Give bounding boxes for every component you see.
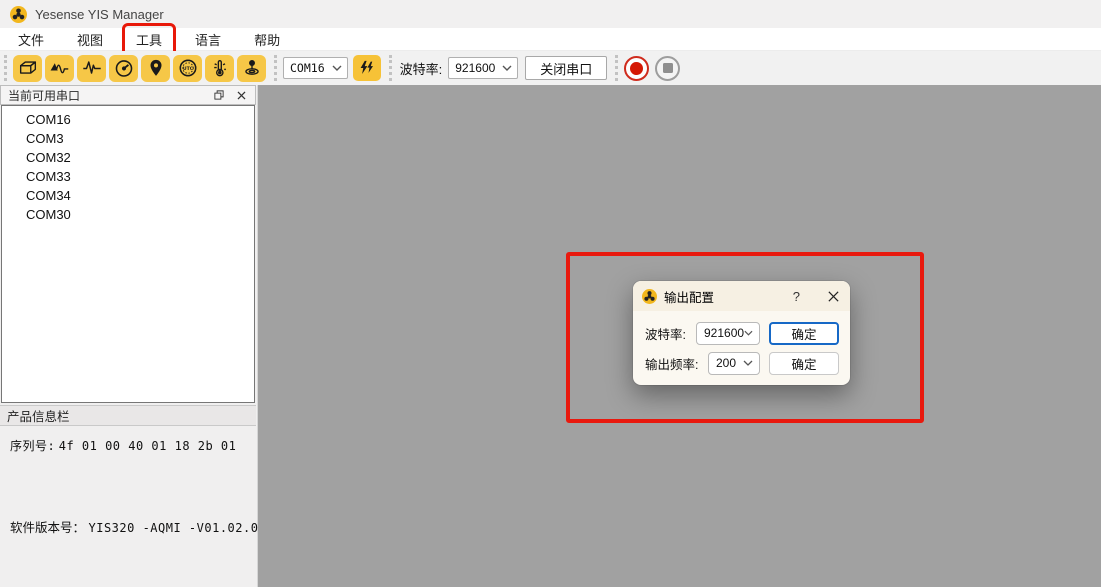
- baud-rate-row: 波特率: 921600 确定: [645, 321, 839, 345]
- menu-bar: 文件 视图 工具 语言 帮助: [0, 28, 1101, 51]
- chevron-down-icon: [743, 360, 753, 366]
- port-list-item[interactable]: COM16: [2, 110, 254, 129]
- toolbar-drag-handle[interactable]: [4, 55, 7, 81]
- software-version-label: 软件版本号：: [10, 521, 85, 535]
- dialog-close-button[interactable]: [826, 289, 840, 303]
- product-info-title: 产品信息栏: [7, 406, 70, 425]
- dock-header: 当前可用串口: [0, 85, 256, 105]
- joystick-icon[interactable]: [237, 55, 266, 82]
- close-serial-port-button[interactable]: 关闭串口: [525, 56, 607, 80]
- location-pin-icon[interactable]: [141, 55, 170, 82]
- dialog-baud-select[interactable]: 921600: [696, 322, 760, 345]
- record-icon: [630, 62, 643, 75]
- baud-confirm-button[interactable]: 确定: [769, 322, 839, 345]
- utc-clock-icon[interactable]: UTC: [173, 55, 202, 82]
- baud-rate-label: 波特率:: [400, 59, 443, 78]
- dialog-output-rate-select[interactable]: 200: [708, 352, 760, 375]
- record-button[interactable]: [624, 56, 649, 81]
- output-rate-confirm-button[interactable]: 确定: [769, 352, 839, 375]
- product-info-header: 产品信息栏: [0, 405, 256, 426]
- serial-number-label: 序列号:: [10, 439, 55, 453]
- menu-tools-label: 工具: [136, 33, 162, 48]
- refresh-ports-button[interactable]: [353, 55, 381, 81]
- dialog-output-rate-value: 200: [716, 356, 743, 370]
- product-info-body: 序列号: 4f 01 00 40 01 18 2b 01 软件版本号： YIS3…: [0, 426, 256, 587]
- chevron-down-icon: [332, 65, 342, 71]
- app-logo-icon: [642, 289, 657, 304]
- dialog-help-button[interactable]: ?: [793, 289, 800, 304]
- baud-rate-select[interactable]: 921600: [448, 57, 518, 79]
- dialog-baud-value: 921600: [704, 326, 744, 340]
- port-select-value: COM16: [290, 61, 325, 75]
- cube-3d-icon[interactable]: [13, 55, 42, 82]
- serial-number-value: 4f 01 00 40 01 18 2b 01: [59, 439, 237, 453]
- toolbar: UTC COM16: [0, 51, 1101, 85]
- app-window: Yesense YIS Manager 文件 视图 工具 语言 帮助: [0, 0, 1101, 587]
- port-list-item[interactable]: COM34: [2, 186, 254, 205]
- chevron-down-icon: [744, 330, 753, 336]
- dialog-title: 输出配置: [664, 287, 793, 306]
- toolbar-drag-handle[interactable]: [389, 55, 392, 81]
- double-lightning-icon: [358, 59, 376, 77]
- float-panel-button[interactable]: [210, 88, 227, 103]
- thermometer-icon[interactable]: [205, 55, 234, 82]
- dialog-title-bar[interactable]: 输出配置 ?: [633, 281, 850, 311]
- float-window-icon: [213, 89, 225, 101]
- dialog-baud-label: 波特率:: [645, 324, 696, 343]
- serial-port-dock-panel: 当前可用串口 COM16 COM3 COM32 COM33 COM34 COM3…: [0, 85, 258, 587]
- port-list-item[interactable]: COM33: [2, 167, 254, 186]
- serial-number-line: 序列号: 4f 01 00 40 01 18 2b 01: [10, 437, 236, 454]
- close-panel-button[interactable]: [233, 88, 250, 103]
- toolbar-drag-handle[interactable]: [615, 55, 618, 81]
- gauge-icon[interactable]: [109, 55, 138, 82]
- dialog-body: 波特率: 921600 确定 输出频率: 200 确定: [633, 311, 850, 375]
- chevron-down-icon: [502, 65, 512, 71]
- port-list-item[interactable]: COM3: [2, 129, 254, 148]
- stop-button[interactable]: [655, 56, 680, 81]
- window-title: Yesense YIS Manager: [35, 7, 164, 22]
- menu-view[interactable]: 视图: [68, 28, 112, 51]
- waveform-vibration-icon[interactable]: [77, 55, 106, 82]
- menu-language[interactable]: 语言: [186, 28, 230, 51]
- port-select[interactable]: COM16: [283, 57, 348, 79]
- port-list-item[interactable]: COM30: [2, 205, 254, 224]
- dock-title: 当前可用串口: [8, 87, 204, 104]
- available-ports-list: COM16 COM3 COM32 COM33 COM34 COM30: [1, 105, 255, 403]
- toolbar-drag-handle[interactable]: [274, 55, 277, 81]
- baud-rate-value: 921600: [455, 61, 495, 75]
- port-list-item[interactable]: COM32: [2, 148, 254, 167]
- close-icon: [827, 290, 840, 303]
- software-version-value: YIS320 -AQMI -V01.02.03;: [89, 521, 274, 535]
- software-version-line: 软件版本号： YIS320 -AQMI -V01.02.03;: [10, 517, 274, 536]
- menu-file[interactable]: 文件: [9, 28, 53, 51]
- output-config-dialog: 输出配置 ? 波特率: 921600 确定 输出频率: 200: [633, 281, 850, 385]
- menu-tools[interactable]: 工具: [127, 28, 171, 51]
- menu-help[interactable]: 帮助: [245, 28, 289, 51]
- title-bar: Yesense YIS Manager: [0, 0, 1101, 28]
- output-rate-row: 输出频率: 200 确定: [645, 351, 839, 375]
- close-icon: [236, 90, 247, 101]
- app-logo-icon: [10, 6, 27, 23]
- dialog-output-rate-label: 输出频率:: [645, 354, 708, 373]
- stop-icon: [663, 63, 673, 73]
- svg-text:UTC: UTC: [182, 66, 193, 72]
- waveform-angle-icon[interactable]: [45, 55, 74, 82]
